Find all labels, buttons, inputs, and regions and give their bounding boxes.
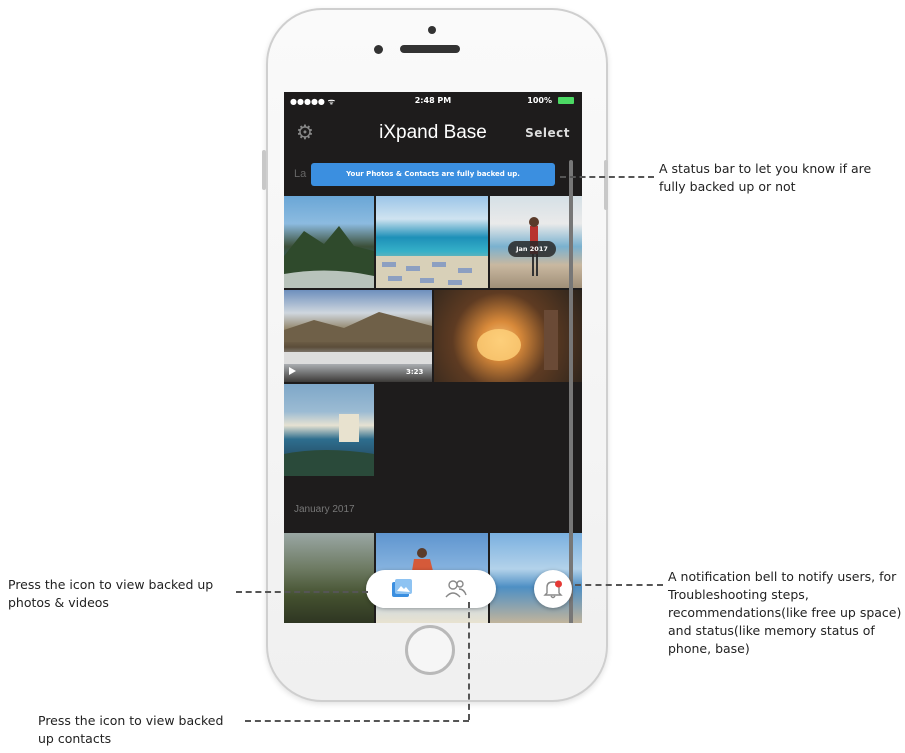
photos-annotation: Press the icon to view backed up photos … (8, 577, 214, 610)
nav-bar: ⚙ iXpand Base Select (284, 112, 582, 156)
video-duration: 3:23 (406, 368, 424, 376)
app-screen: ●●●●● ᯤ 2:48 PM 100% ⚙ iXpand Base Selec… (284, 92, 582, 623)
play-icon (289, 367, 296, 375)
bottom-tab-bar (366, 570, 496, 608)
photo-thumbnail[interactable] (284, 533, 374, 623)
callout-line (468, 602, 470, 720)
photo-thumbnail[interactable] (376, 196, 488, 288)
callout-line (560, 176, 654, 178)
callout-line (575, 584, 663, 586)
battery-percent: 100% (527, 96, 552, 105)
backup-status-banner: Your Photos & Contacts are fully backed … (311, 163, 555, 186)
earpiece-speaker (400, 45, 460, 53)
photo-thumbnail[interactable] (284, 384, 374, 476)
callout-line (236, 591, 368, 593)
section-header-partial: La (294, 168, 307, 180)
photo-gallery-icon[interactable] (390, 577, 414, 601)
photo-thumbnail[interactable] (284, 196, 374, 288)
front-camera (428, 26, 436, 34)
notification-bell-icon (542, 578, 564, 600)
home-button[interactable] (405, 625, 455, 675)
proximity-sensor (374, 45, 383, 54)
contacts-icon[interactable] (444, 577, 468, 601)
status-bar: ●●●●● ᯤ 2:48 PM 100% (284, 92, 582, 110)
section-header: January 2017 (294, 504, 355, 515)
volume-button (262, 150, 266, 190)
bell-annotation: A notification bell to notify users, for… (668, 569, 902, 656)
callout-line (245, 720, 469, 722)
photo-thumbnail[interactable] (434, 290, 582, 382)
battery-icon (558, 97, 574, 104)
contacts-annotation: Press the icon to view backed up contact… (38, 713, 224, 746)
power-button (604, 160, 608, 210)
status-bar-annotation: A status bar to let you know if are full… (659, 161, 872, 194)
notification-button[interactable] (534, 570, 572, 608)
date-badge: Jan 2017 (508, 241, 556, 257)
scrollbar[interactable] (569, 160, 573, 623)
select-button[interactable]: Select (525, 126, 570, 140)
